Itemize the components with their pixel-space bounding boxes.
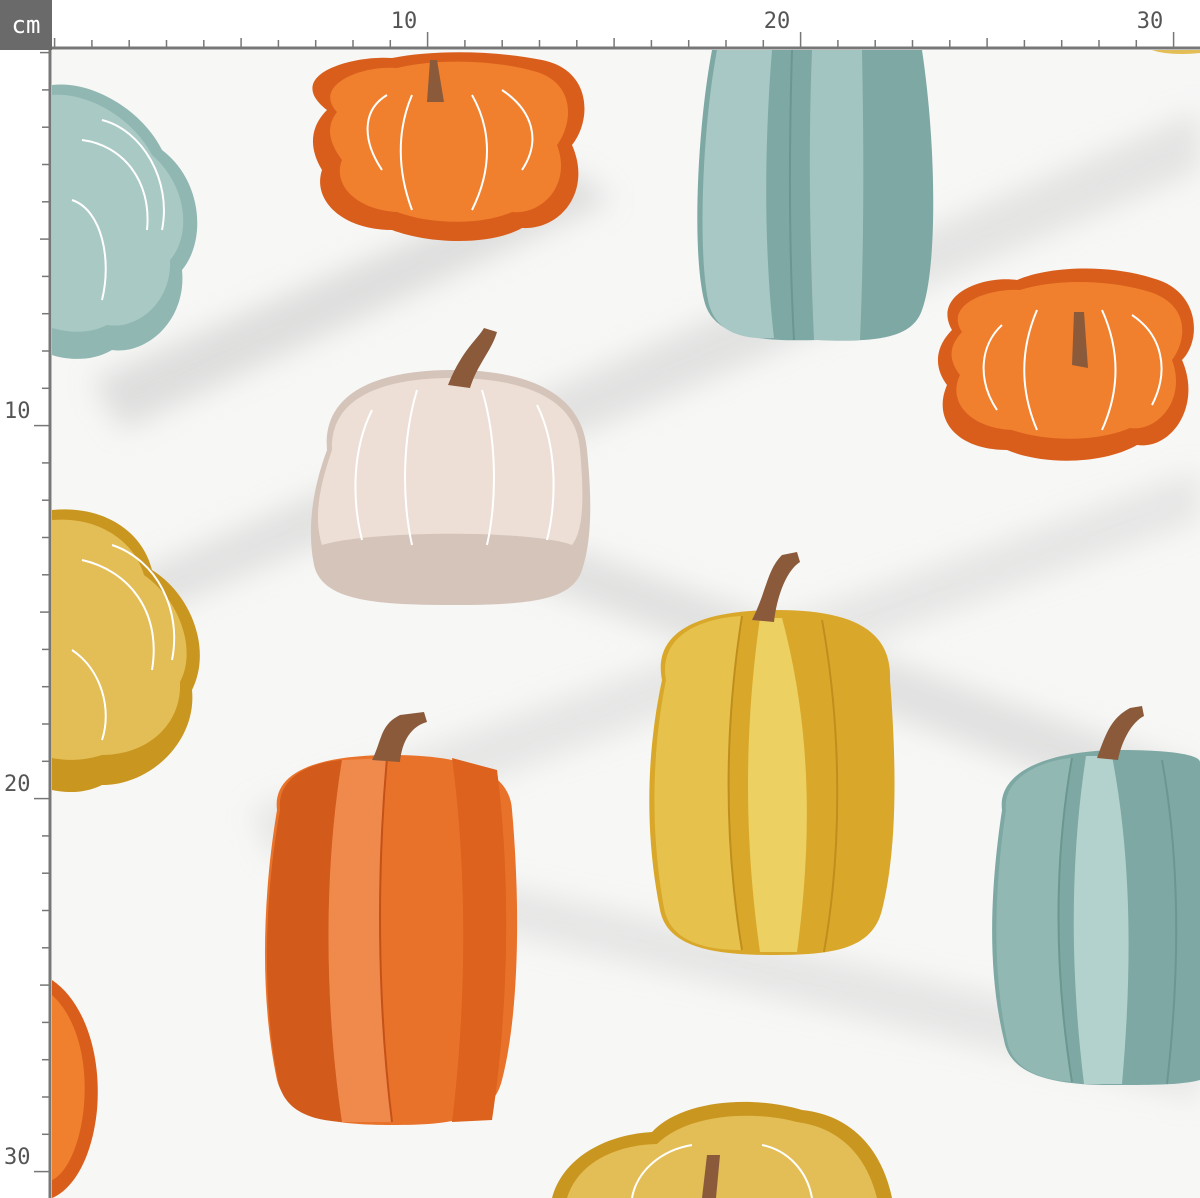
left-ruler-label-20: 20 [4, 772, 31, 797]
mustard-pumpkin [52, 509, 200, 793]
teal-pumpkin [697, 50, 934, 341]
mustard-pumpkin [1152, 50, 1200, 54]
orange-pumpkin [312, 52, 585, 242]
cream-pumpkin [310, 328, 591, 605]
left-ruler-label-30: 30 [4, 1145, 31, 1170]
top-ruler-label-30: 30 [1137, 9, 1164, 34]
left-ruler: 10 20 30 [0, 50, 52, 1198]
orange-pumpkin [937, 268, 1194, 461]
left-ruler-label-10: 10 [4, 399, 31, 424]
mustard-pumpkin [552, 1101, 892, 1198]
fabric-preview: cm 10 20 30 10 20 30 [0, 0, 1200, 1198]
top-ruler-label-20: 20 [764, 9, 791, 34]
orange-pumpkin [52, 980, 98, 1198]
top-ruler-label-10: 10 [391, 9, 418, 34]
unit-label: cm [0, 0, 52, 50]
top-ruler: 10 20 30 [52, 0, 1200, 50]
teal-pumpkin [52, 84, 198, 359]
fabric-swatch [52, 50, 1200, 1198]
orange-pumpkin [264, 712, 518, 1125]
